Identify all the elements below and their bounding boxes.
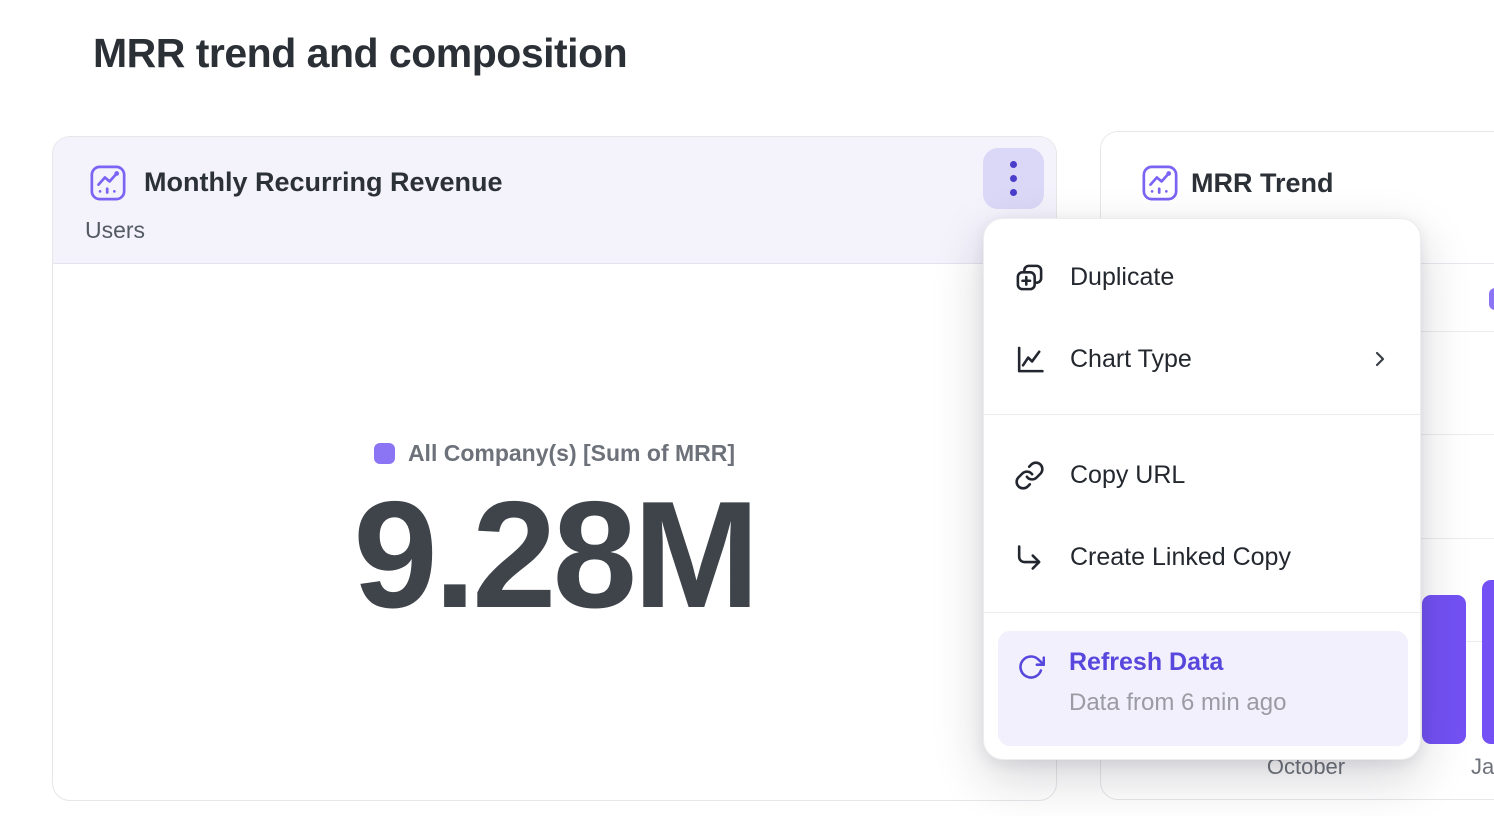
- duplicate-icon: [1014, 262, 1045, 293]
- chevron-right-icon: [1368, 347, 1392, 371]
- dashboard-page: MRR trend and composition Monthly Recurr…: [0, 0, 1494, 816]
- menu-item-label: Duplicate: [1070, 263, 1174, 292]
- page-title: MRR trend and composition: [93, 30, 627, 77]
- menu-divider: [984, 414, 1420, 415]
- menu-item-label: Create Linked Copy: [1070, 543, 1291, 572]
- mrr-legend: All Company(s) [Sum of MRR]: [53, 440, 1056, 467]
- legend-swatch: [1489, 288, 1494, 310]
- kebab-dot: [1010, 161, 1017, 168]
- menu-item-label: Copy URL: [1070, 461, 1185, 490]
- mrr-card-subtitle: Users: [85, 217, 145, 244]
- menu-item-chart-type[interactable]: Chart Type: [984, 334, 1420, 384]
- kebab-dot: [1010, 175, 1017, 182]
- refresh-data-sublabel: Data from 6 min ago: [1069, 689, 1286, 717]
- x-axis-label-january: January: [1471, 754, 1494, 780]
- legend-swatch: [374, 443, 395, 464]
- menu-divider: [984, 612, 1420, 613]
- chart-type-icon: [1014, 344, 1045, 375]
- menu-item-label: Chart Type: [1070, 345, 1192, 374]
- mrr-trend-title: MRR Trend: [1191, 168, 1334, 199]
- chart-tile-icon: [1141, 164, 1179, 202]
- menu-item-create-linked-copy[interactable]: Create Linked Copy: [984, 532, 1420, 582]
- menu-item-refresh-data[interactable]: Refresh Data Data from 6 min ago: [998, 631, 1408, 746]
- mrr-card[interactable]: Monthly Recurring Revenue Users All Comp…: [52, 136, 1057, 801]
- refresh-icon: [1017, 653, 1045, 681]
- chart-tile-icon: [89, 164, 127, 202]
- menu-item-copy-url[interactable]: Copy URL: [984, 450, 1420, 500]
- link-icon: [1014, 460, 1045, 491]
- mrr-card-header: Monthly Recurring Revenue Users: [53, 137, 1056, 264]
- menu-item-duplicate[interactable]: Duplicate: [984, 252, 1420, 302]
- tile-options-button[interactable]: [983, 148, 1044, 209]
- legend-label: All Company(s) [Sum of MRR]: [408, 440, 735, 467]
- bar-january-2[interactable]: [1482, 580, 1494, 744]
- kebab-dot: [1010, 189, 1017, 196]
- tile-context-menu: Duplicate Chart Type: [983, 218, 1421, 760]
- bar-january-1[interactable]: [1422, 595, 1466, 744]
- linked-copy-icon: [1014, 542, 1045, 573]
- mrr-card-title: Monthly Recurring Revenue: [144, 167, 503, 198]
- mrr-value: 9.28M: [53, 479, 1056, 631]
- refresh-data-label: Refresh Data: [1069, 648, 1223, 677]
